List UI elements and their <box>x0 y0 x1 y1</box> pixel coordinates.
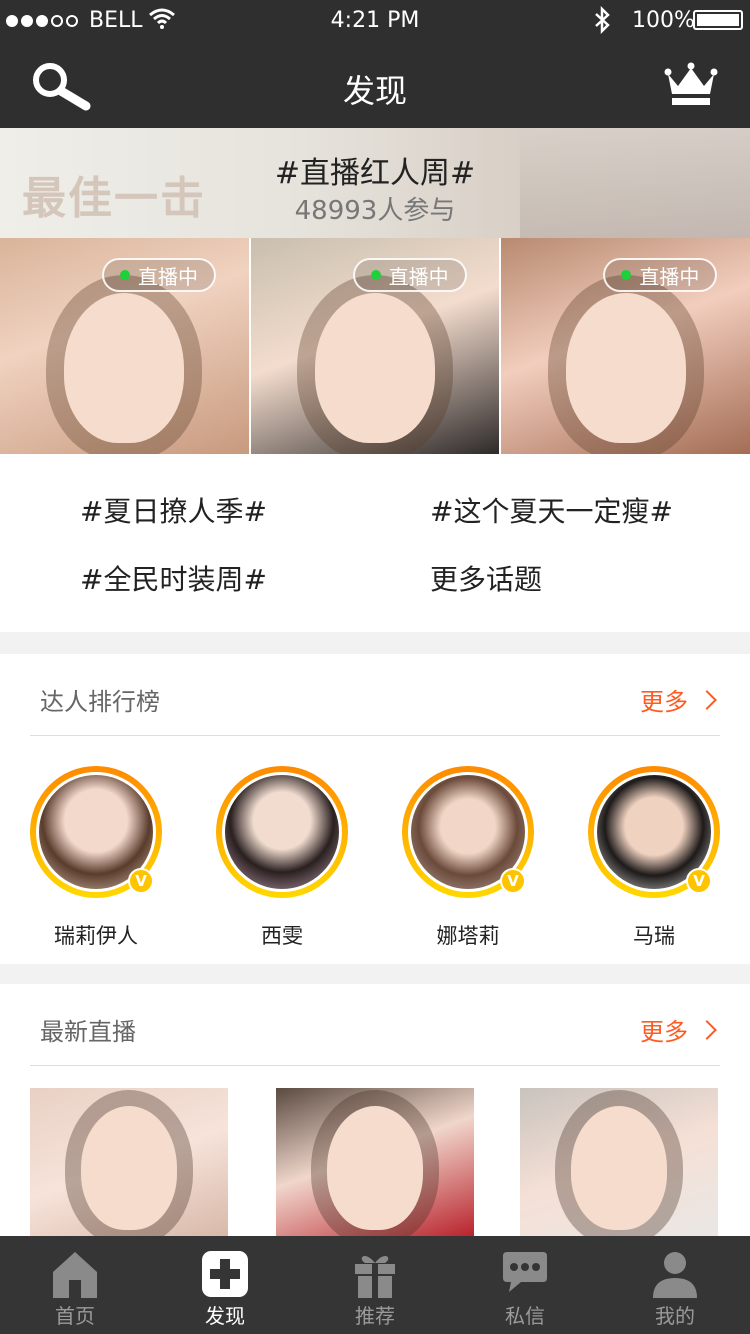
live-badge-label: 直播中 <box>388 264 449 289</box>
tab-label: 发现 <box>205 1304 245 1328</box>
banner-title: #直播红人周# <box>274 156 476 191</box>
tab-label: 私信 <box>505 1304 545 1328</box>
user-name: 西雯 <box>261 924 303 948</box>
latest-more-button[interactable]: 更多 <box>640 1012 717 1047</box>
banner-participants: 48993人参与 <box>294 196 456 226</box>
section-title: 最新直播 <box>40 1018 136 1046</box>
streamer-photo <box>565 293 686 443</box>
tab-bar: 首页 发现 推荐 私信 我的 <box>0 1236 750 1334</box>
avatar: V <box>588 766 720 898</box>
ranking-user[interactable]: 西雯 <box>212 766 352 950</box>
latest-header: 最新直播 更多 <box>30 984 720 1066</box>
live-badge: 直播中 <box>603 258 718 292</box>
live-photo-row: 直播中 直播中 直播中 <box>0 238 750 454</box>
ranking-section: 达人排行榜 更多 V 瑞莉伊人 西雯 V 娜塔莉 V 马瑞 <box>0 654 750 964</box>
more-topics-link[interactable]: 更多话题 <box>430 558 542 598</box>
tab-discover[interactable]: 发现 <box>150 1236 300 1334</box>
section-title: 达人排行榜 <box>40 688 160 716</box>
topic-banner[interactable]: 最佳一击 #直播红人周# 48993人参与 <box>0 128 750 238</box>
live-dot-icon <box>120 270 130 280</box>
tab-label: 首页 <box>55 1304 95 1328</box>
user-icon <box>653 1252 697 1298</box>
verified-badge-icon: V <box>686 868 712 894</box>
tab-profile[interactable]: 我的 <box>600 1236 750 1334</box>
bluetooth-icon <box>595 6 610 34</box>
live-dot-icon <box>370 270 381 280</box>
live-badge: 直播中 <box>352 258 467 292</box>
tab-label: 推荐 <box>355 1304 395 1328</box>
ranking-user[interactable]: V 马瑞 <box>584 766 724 950</box>
latest-live-section: 最新直播 更多 <box>0 984 750 1238</box>
verified-badge-icon: V <box>500 868 526 894</box>
tab-home[interactable]: 首页 <box>0 1236 150 1334</box>
chevron-right-icon <box>697 1019 717 1040</box>
top-bar: BELL 4:21 PM 100% 发现 <box>0 0 750 128</box>
live-badge: 直播中 <box>102 258 216 292</box>
ranking-user[interactable]: V 娜塔莉 <box>398 766 538 950</box>
live-stream-card[interactable]: 直播中 <box>0 238 249 454</box>
crown-icon[interactable] <box>664 62 718 106</box>
streamer-photo <box>64 293 185 443</box>
chat-bubble-icon <box>503 1252 547 1292</box>
discover-plus-icon <box>202 1251 248 1297</box>
topic-list: #夏日撩人季# #这个夏天一定瘦# #全民时装周# 更多话题 <box>0 454 750 632</box>
latest-live-card[interactable] <box>520 1088 718 1238</box>
tab-recommend[interactable]: 推荐 <box>300 1236 450 1334</box>
topic-link[interactable]: #夏日撩人季# <box>80 490 267 530</box>
latest-live-card[interactable] <box>276 1088 474 1238</box>
more-label: 更多 <box>640 1018 688 1046</box>
user-name: 娜塔莉 <box>436 924 500 948</box>
live-stream-card[interactable]: 直播中 <box>250 238 500 454</box>
live-stream-card[interactable]: 直播中 <box>501 238 750 454</box>
avatar: V <box>402 766 534 898</box>
topic-link[interactable]: #全民时装周# <box>80 558 267 598</box>
avatar: V <box>30 766 162 898</box>
more-label: 更多 <box>640 688 688 716</box>
latest-live-list <box>0 1088 750 1238</box>
ranking-user[interactable]: V 瑞莉伊人 <box>26 766 166 950</box>
verified-badge-icon: V <box>128 868 154 894</box>
ranking-header: 达人排行榜 更多 <box>30 654 720 736</box>
home-icon <box>53 1252 97 1298</box>
avatar <box>216 766 348 898</box>
ranking-list: V 瑞莉伊人 西雯 V 娜塔莉 V 马瑞 <box>0 766 750 948</box>
battery-icon <box>693 10 743 30</box>
page-title: 发现 <box>342 72 407 110</box>
live-dot-icon <box>621 270 632 280</box>
chevron-right-icon <box>697 689 717 710</box>
latest-live-card[interactable] <box>30 1088 228 1238</box>
live-badge-label: 直播中 <box>138 264 198 289</box>
gift-icon <box>355 1255 395 1298</box>
topic-link[interactable]: #这个夏天一定瘦# <box>430 490 673 530</box>
ranking-more-button[interactable]: 更多 <box>640 682 717 717</box>
status-bar: BELL 4:21 PM 100% <box>0 0 750 40</box>
streamer-photo <box>315 293 435 443</box>
tab-label: 我的 <box>655 1304 695 1328</box>
live-badge-label: 直播中 <box>639 264 700 289</box>
battery-percent: 100% <box>632 8 695 33</box>
user-name: 瑞莉伊人 <box>54 924 138 948</box>
user-name: 马瑞 <box>633 924 675 948</box>
tab-messages[interactable]: 私信 <box>450 1236 600 1334</box>
